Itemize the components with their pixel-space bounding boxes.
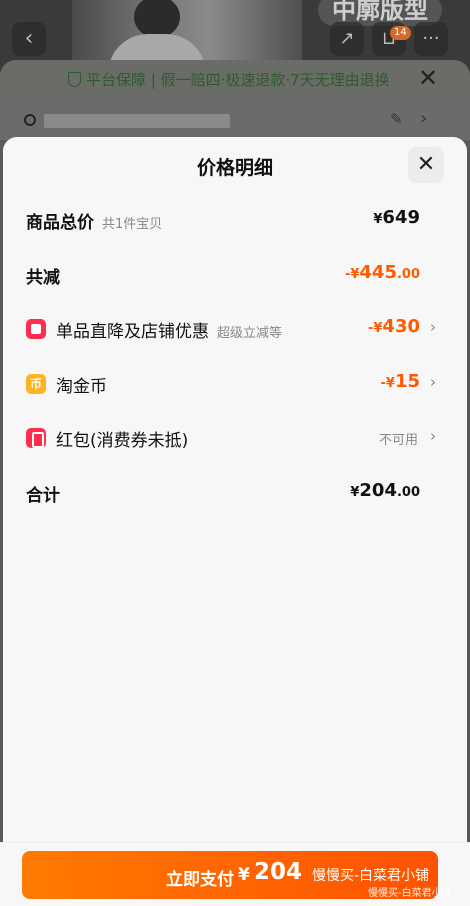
guarantee-text: 平台保障 | 假一赔四·极速退款·7天无理由退换 (86, 71, 390, 89)
total-price-title: 商品总价 (26, 213, 94, 233)
total-reduction-row: 共减 -¥445.00 (26, 260, 446, 290)
currency-prefix: -¥ (380, 376, 395, 391)
platform-guarantee-banner: 平台保障 | 假一赔四·极速退款·7天无理由退换 ✕ (0, 60, 470, 100)
total-price-value: 649 (382, 207, 420, 228)
chevron-right-icon: › (430, 373, 436, 391)
total-price-label: 商品总价 共1件宝贝 (26, 208, 162, 233)
shield-icon (68, 72, 81, 87)
address-blurred (44, 114, 230, 128)
pay-currency: ¥ (238, 865, 250, 885)
shop-discount-amount: -¥430 (368, 316, 420, 337)
sheet-close-button[interactable]: ✕ (408, 147, 444, 183)
share-icon[interactable]: ↗ (330, 22, 364, 56)
total-price-amount: ¥649 (373, 207, 420, 228)
reduction-label: 共减 (26, 268, 60, 288)
shop-discount-row[interactable]: 单品直降及店铺优惠 超级立减等 -¥430 › (26, 314, 446, 344)
reduction-decimal: .00 (396, 267, 420, 282)
price-detail-sheet: 价格明细 ✕ 商品总价 共1件宝贝 ¥649 共减 -¥445.00 单品直降及店… (3, 137, 467, 906)
sum-row: 合计 ¥204.00 (26, 478, 446, 508)
watermark: 慢慢买-白菜君小铺 (312, 868, 430, 884)
sum-label: 合计 (26, 486, 60, 506)
shop-discount-label: 单品直降及店铺优惠 超级立减等 (56, 317, 282, 342)
currency-prefix: -¥ (367, 321, 383, 336)
chevron-right-icon: › (420, 108, 428, 129)
coin-icon: 币 (26, 374, 46, 394)
close-icon[interactable]: ✕ (418, 64, 438, 92)
coins-row[interactable]: 币 淘金币 -¥15 › (26, 369, 446, 399)
location-icon (24, 114, 36, 126)
pay-now-label: 立即支付 (166, 870, 234, 890)
reduction-value: 445 (359, 262, 397, 283)
chevron-right-icon: › (430, 427, 436, 445)
red-packet-row[interactable]: 红包(消费券未抵) 不可用 › (26, 423, 446, 453)
cart-count-badge: 14 (390, 26, 411, 40)
shop-discount-icon (26, 319, 46, 339)
sum-value: 204 (359, 480, 397, 501)
edit-icon[interactable]: ✎ (390, 110, 403, 128)
shop-discount-title: 单品直降及店铺优惠 (56, 322, 209, 342)
more-icon[interactable]: ··· (414, 22, 448, 56)
sheet-title: 价格明细 (196, 157, 273, 179)
reduction-amount: -¥445.00 (345, 262, 420, 283)
coins-value: 15 (394, 371, 420, 392)
sum-decimal: .00 (396, 485, 420, 500)
address-row[interactable]: ✎ › (0, 100, 470, 140)
shop-discount-sub: 超级立减等 (217, 326, 283, 341)
coins-amount: -¥15 (380, 371, 420, 392)
watermark-small: 慢慢买-白菜君小铺 (368, 888, 452, 899)
red-packet-label: 红包(消费券未抵) (56, 431, 189, 451)
red-packet-status: 不可用 (378, 433, 418, 448)
back-arrow-icon[interactable]: ‹ (12, 22, 46, 56)
pay-amount: 204 (254, 859, 303, 885)
shop-discount-value: 430 (382, 316, 420, 337)
total-price-row: 商品总价 共1件宝贝 ¥649 (26, 205, 446, 235)
close-icon: ✕ (416, 152, 436, 177)
chevron-right-icon: › (430, 318, 436, 336)
item-count: 共1件宝贝 (102, 217, 163, 232)
sum-amount: ¥204.00 (350, 480, 420, 501)
coins-label: 淘金币 (56, 377, 107, 397)
red-packet-icon (26, 428, 46, 448)
currency-prefix: -¥ (344, 267, 360, 282)
